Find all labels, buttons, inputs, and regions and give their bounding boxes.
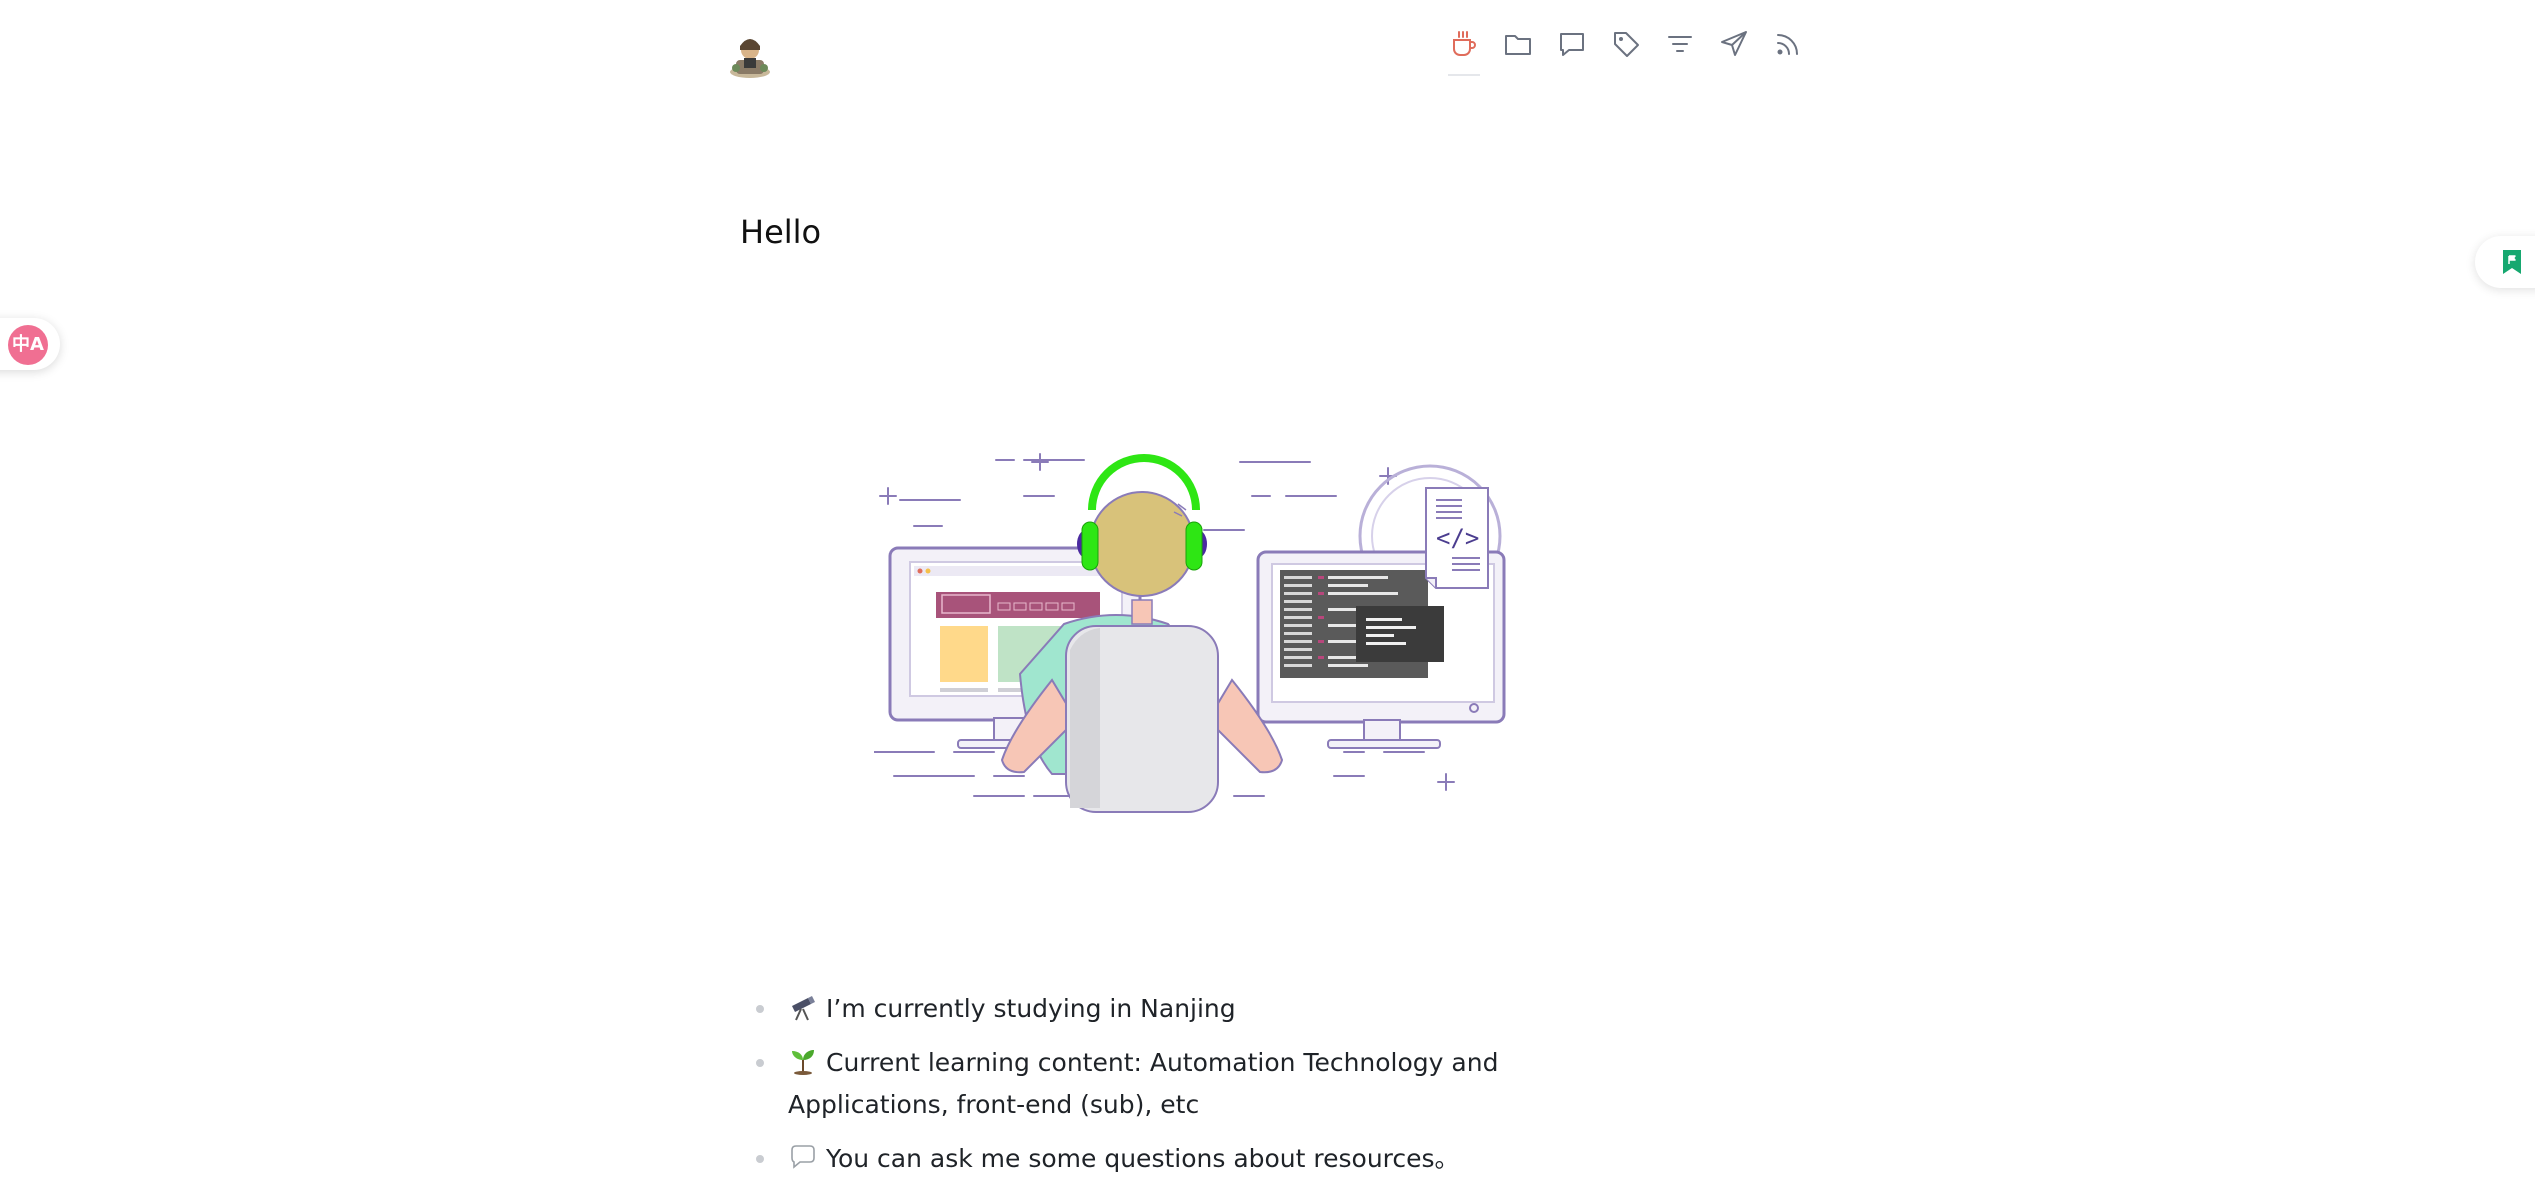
translate-icon: 中A (8, 325, 48, 365)
nav-rss[interactable] (1772, 28, 1804, 76)
list-item: You can ask me some questions about reso… (740, 1138, 1660, 1180)
rss-icon (1777, 34, 1798, 55)
list-item-text: You can ask me some questions about reso… (826, 1144, 1460, 1173)
nav-comment[interactable] (1556, 28, 1588, 76)
nav-tag[interactable] (1610, 28, 1642, 76)
top-nav (1448, 28, 1804, 76)
svg-text:</>: </> (1436, 524, 1479, 552)
translate-button[interactable]: 中A (0, 318, 60, 370)
page-title: Hello (740, 213, 822, 251)
bookmark-icon (2503, 250, 2521, 274)
bookmark-button[interactable] (2475, 236, 2535, 288)
intro-list: I’m currently studying in Nanjing Curren… (740, 988, 1660, 1192)
list-item: Current learning content: Automation Tec… (740, 1042, 1660, 1126)
telescope-icon (788, 992, 818, 1022)
seedling-icon (788, 1046, 818, 1076)
nav-send[interactable] (1718, 28, 1750, 76)
send-icon (1721, 31, 1747, 56)
list-item: I’m currently studying in Nanjing (740, 988, 1660, 1030)
nav-filter[interactable] (1664, 28, 1696, 76)
coffee-icon (1453, 31, 1476, 56)
developer-illustration: </> (873, 440, 1536, 814)
filter-icon (1668, 36, 1692, 52)
speech-bubble-icon (788, 1142, 818, 1172)
comment-icon (1560, 33, 1584, 56)
tag-icon (1614, 32, 1639, 57)
nav-coffee[interactable] (1448, 28, 1480, 76)
list-item-text: I’m currently studying in Nanjing (826, 994, 1236, 1023)
folder-icon (1505, 35, 1531, 55)
avatar[interactable] (726, 32, 774, 80)
list-item-text: Current learning content: Automation Tec… (788, 1048, 1499, 1119)
nav-folder[interactable] (1502, 28, 1534, 76)
